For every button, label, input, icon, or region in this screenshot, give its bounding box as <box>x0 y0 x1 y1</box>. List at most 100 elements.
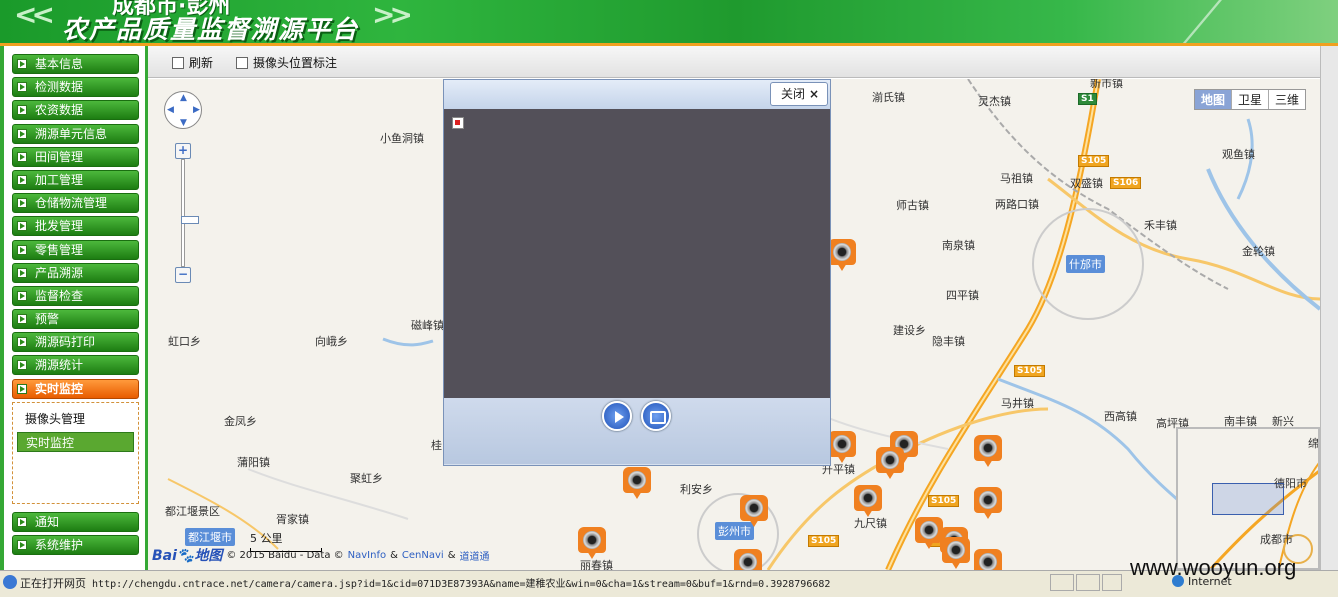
pan-right-icon[interactable]: ▶ <box>193 105 200 115</box>
sidebar-item-menu.items7[interactable]: 批发管理 <box>12 216 139 237</box>
copyright-link-cennavi[interactable]: CenNavi <box>402 550 444 561</box>
pan-up-icon[interactable]: ▲ <box>180 93 187 103</box>
sidebar-item-menu.items11[interactable]: 预警 <box>12 309 139 330</box>
close-button[interactable]: 关闭 × <box>770 82 828 106</box>
camera-marker-icon[interactable] <box>623 467 651 499</box>
map-type-satellite[interactable]: 卫星 <box>1230 90 1268 109</box>
map-place-label: 西高镇 <box>1104 410 1137 423</box>
copyright-link-navinfo[interactable]: NavInfo <box>348 550 386 561</box>
zoom-slider-handle[interactable] <box>181 216 199 224</box>
map-place-label: 小鱼洞镇 <box>380 132 424 145</box>
camera-marker-icon[interactable] <box>828 431 856 463</box>
sidebar-item-menu.items8[interactable]: 零售管理 <box>12 239 139 260</box>
video-player[interactable] <box>444 109 830 398</box>
camera-marker-icon[interactable] <box>974 435 1002 467</box>
camera-marker-icon[interactable] <box>974 549 1002 570</box>
highway-shield: S105 <box>928 495 960 507</box>
sidebar-item-menu.items6[interactable]: 仓储物流管理 <box>12 193 139 214</box>
camera-marker-icon[interactable] <box>974 487 1002 519</box>
map-place-label: 灵杰镇 <box>978 95 1011 108</box>
copyright-link-daodaotong[interactable]: 道道通 <box>460 548 490 563</box>
bullet-icon <box>17 360 27 371</box>
map-type-3d[interactable]: 三维 <box>1267 90 1305 109</box>
sidebar-item-label: 溯源统计 <box>35 358 84 373</box>
camera-marker-icon[interactable] <box>828 239 856 271</box>
camera-marker-icon[interactable] <box>942 537 970 569</box>
status-cell <box>1102 574 1122 591</box>
map-place-label: 胥家镇 <box>276 513 309 526</box>
bullet-icon <box>17 244 27 255</box>
toolbar: 刷新 摄像头位置标注 <box>148 46 1320 78</box>
camera-marker-icon[interactable] <box>854 485 882 517</box>
map-place-label: 禾丰镇 <box>1144 219 1177 232</box>
scale-label: 5 公里 <box>250 532 283 545</box>
bullet-icon <box>17 221 27 232</box>
sidebar-item-label: 田间管理 <box>35 149 84 164</box>
sidebar-item-label: 加工管理 <box>35 172 84 187</box>
submenu: 摄像头管理 实时监控 <box>12 401 139 504</box>
map-place-label: 四平镇 <box>946 289 979 302</box>
sidebar-item-menu.items5[interactable]: 加工管理 <box>12 169 139 190</box>
pan-control[interactable]: ▲ ▼ ◀ ▶ <box>164 91 202 129</box>
map-type-map[interactable]: 地图 <box>1194 90 1231 109</box>
chevron-right-icon: >> <box>372 0 413 31</box>
zoom-out-button[interactable]: − <box>175 267 191 283</box>
refresh-icon <box>172 57 184 69</box>
map-place-label: 马祖镇 <box>1000 172 1033 185</box>
sidebar-item-label: 基本信息 <box>35 57 84 71</box>
submenu-item-camera-management[interactable]: 摄像头管理 <box>17 409 134 429</box>
camera-marker-icon[interactable] <box>876 447 904 479</box>
map-copyright: Bai🐾地图 © 2015 Baidu - Data © NavInfo & C… <box>152 545 490 565</box>
close-icon: × <box>809 87 820 101</box>
zoom-slider-track[interactable] <box>181 159 199 267</box>
page-scrollbar[interactable] <box>1320 46 1338 570</box>
zoom-control: + − <box>175 143 199 283</box>
map-place-label: 两路口镇 <box>995 198 1039 211</box>
chevron-left-icon: << <box>14 0 55 31</box>
mark-camera-button[interactable]: 摄像头位置标注 <box>236 54 337 72</box>
sidebar-item-menu.items12[interactable]: 溯源码打印 <box>12 332 139 353</box>
map-place-label: 向峨乡 <box>315 335 348 348</box>
camera-marker-icon[interactable] <box>740 495 768 527</box>
close-label: 关闭 <box>781 87 806 101</box>
submenu-item-live-monitor[interactable]: 实时监控 <box>17 431 134 452</box>
sidebar-item-menu.items0[interactable]: 基本信息 <box>12 54 139 74</box>
map-place-label: 隐丰镇 <box>932 335 965 348</box>
sidebar-item-menu.items3[interactable]: 溯源单元信息 <box>12 123 139 144</box>
broken-image-icon <box>452 117 464 129</box>
play-button[interactable] <box>602 401 632 431</box>
pan-left-icon[interactable]: ◀ <box>167 105 174 115</box>
zoom-in-button[interactable]: + <box>175 143 191 159</box>
camera-video-dialog: 关闭 × <box>443 79 831 466</box>
map-place-label: 马井镇 <box>1001 397 1034 410</box>
map-place-label: 磁峰镇 <box>411 319 444 332</box>
sidebar-item-menu.items2[interactable]: 农资数据 <box>12 100 139 121</box>
map-place-label: 双盛镇 <box>1070 177 1103 190</box>
sidebar-item-label: 监督检查 <box>35 288 84 303</box>
sidebar-item-menu.items14[interactable]: 实时监控 <box>12 378 139 399</box>
banner-decoration <box>1168 0 1328 46</box>
bullet-icon <box>17 337 27 348</box>
pan-down-icon[interactable]: ▼ <box>180 118 187 128</box>
sidebar-item-label: 产品溯源 <box>35 265 84 280</box>
sidebar-item-menu.items9[interactable]: 产品溯源 <box>12 262 139 283</box>
camera-marker-icon[interactable] <box>578 527 606 559</box>
bullet-icon <box>17 383 27 394</box>
overview-map[interactable]: 德阳市 成都市 绵 <box>1176 427 1320 570</box>
sidebar: 基本信息检测数据 农资数据 溯源单元信息田间管理加工管理仓储物流管理批发管理 零售管理… <box>0 46 148 570</box>
camera-marker-icon[interactable] <box>915 517 943 549</box>
camera-marker-icon[interactable] <box>734 549 762 570</box>
refresh-button[interactable]: 刷新 <box>172 54 213 72</box>
sidebar-item-menu.items4[interactable]: 田间管理 <box>12 146 139 167</box>
sidebar-item-menu.items13[interactable]: 溯源统计 <box>12 355 139 376</box>
highway-shield: S105 <box>808 535 840 547</box>
sidebar-item-label: 仓储物流管理 <box>35 196 108 211</box>
bullet-icon <box>17 516 27 527</box>
sidebar-item-menu.bottom_items1[interactable]: 系统维护 <box>12 535 139 555</box>
sidebar-item-menu.items1[interactable]: 检测数据 <box>12 77 139 98</box>
map-place-label: 新市镇 <box>1090 79 1123 90</box>
snapshot-button[interactable] <box>641 401 671 431</box>
sidebar-item-menu.items10[interactable]: 监督检查 <box>12 285 139 306</box>
sidebar-item-menu.bottom_items0[interactable]: 通知 <box>12 511 139 532</box>
map-place-label: 师古镇 <box>896 199 929 212</box>
